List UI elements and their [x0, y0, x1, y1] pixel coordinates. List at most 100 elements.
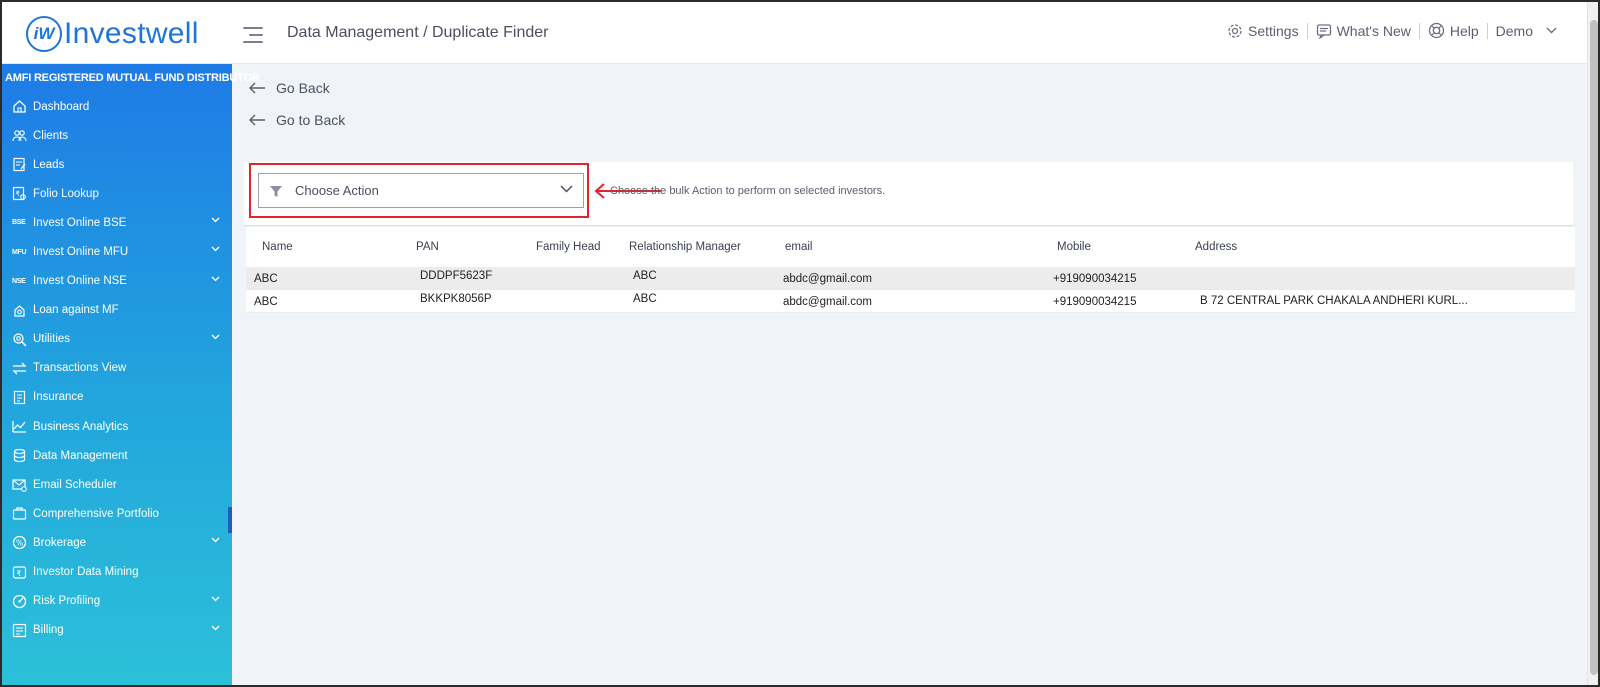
chevron-down-icon: [211, 217, 220, 223]
logo-text: Investwell: [64, 17, 199, 50]
chevron-down-icon: [211, 334, 220, 340]
sidebar-nav: Dashboard Clients Leads ₹ Folio Lookup B…: [2, 92, 232, 645]
help-link[interactable]: Help: [1420, 22, 1487, 39]
billing-icon: [12, 623, 27, 638]
sidebar-item-folio-lookup[interactable]: ₹ Folio Lookup: [2, 179, 232, 208]
column-header-relationship-manager[interactable]: Relationship Manager: [629, 241, 741, 253]
column-header-email[interactable]: email: [785, 241, 812, 253]
column-header-address[interactable]: Address: [1195, 241, 1237, 253]
sidebar-item-invest-online-bse[interactable]: BSE Invest Online BSE: [2, 208, 232, 237]
sidebar-item-label: Email Scheduler: [33, 478, 117, 491]
sidebar-item-label: Brokerage: [33, 536, 87, 549]
logo-mark: iW: [26, 16, 62, 52]
sidebar-item-label: Dashboard: [33, 100, 90, 113]
scrollbar-thumb[interactable]: [1590, 20, 1598, 675]
column-header-family-head[interactable]: Family Head: [536, 241, 601, 253]
sidebar-item-investor-data-mining[interactable]: ₹ Investor Data Mining: [2, 558, 232, 587]
transactions-icon: [12, 361, 27, 376]
choose-action-select[interactable]: Choose Action: [258, 173, 584, 208]
sidebar-item-label: Business Analytics: [33, 420, 129, 433]
go-back-link[interactable]: Go Back: [248, 80, 330, 96]
logo[interactable]: iW Investwell: [26, 16, 199, 52]
cell-email: abdc@gmail.com: [783, 273, 873, 285]
cell-rm: ABC: [633, 270, 657, 282]
sidebar-item-label: Folio Lookup: [33, 187, 99, 200]
cell-pan: DDDPF5623F: [420, 270, 493, 282]
folio-icon: ₹: [12, 186, 27, 201]
sidebar-item-loan-against-mf[interactable]: Loan against MF: [2, 296, 232, 325]
filter-icon: [270, 185, 282, 197]
mining-icon: ₹: [12, 565, 27, 580]
duplicates-table: Name PAN Family Head Relationship Manage…: [246, 227, 1575, 313]
analytics-icon: [12, 419, 27, 434]
sidebar-item-clients[interactable]: Clients: [2, 121, 232, 150]
go-to-back-link[interactable]: Go to Back: [248, 112, 345, 128]
mfu-badge: MFU: [12, 248, 27, 256]
vertical-scrollbar[interactable]: [1587, 2, 1598, 685]
chevron-down-icon: [211, 276, 220, 281]
cell-name: ABC: [254, 296, 278, 308]
gear-icon: [1228, 23, 1242, 38]
portfolio-icon: [12, 506, 27, 521]
sidebar-item-label: Invest Online MFU: [33, 246, 129, 259]
cell-name: ABC: [254, 273, 278, 285]
sidebar-item-invest-online-nse[interactable]: NSE Invest Online NSE: [2, 267, 232, 296]
sidebar-item-transactions-view[interactable]: Transactions View: [2, 354, 232, 383]
window-frame: iW Investwell Data Management / Duplicat…: [0, 0, 1600, 687]
menu-toggle-icon[interactable]: [243, 26, 263, 44]
go-to-back-label: Go to Back: [276, 112, 346, 128]
sidebar-item-label: Comprehensive Portfolio: [33, 507, 159, 520]
chevron-down-icon: [211, 537, 220, 543]
email-icon: [12, 477, 27, 493]
choose-action-label: Choose Action: [295, 183, 379, 198]
sidebar-item-data-management[interactable]: Data Management: [2, 441, 232, 470]
sidebar-item-leads[interactable]: Leads: [2, 150, 232, 179]
sidebar-item-dashboard[interactable]: Dashboard: [2, 92, 232, 121]
whats-new-link[interactable]: What's New: [1308, 23, 1419, 39]
arrow-left-icon: [249, 114, 265, 126]
sidebar-item-label: Invest Online NSE: [33, 275, 127, 288]
sidebar-item-business-analytics[interactable]: Business Analytics: [2, 412, 232, 441]
sidebar-item-billing[interactable]: Billing: [2, 616, 232, 645]
sidebar-item-utilities[interactable]: Utilities: [2, 325, 232, 354]
loan-icon: [12, 303, 27, 318]
sidebar-item-label: Billing: [33, 624, 64, 637]
cell-address: B 72 CENTRAL PARK CHAKALA ANDHERI KURL..…: [1200, 295, 1468, 307]
chevron-down-icon: [1546, 27, 1557, 34]
cell-rm: ABC: [633, 293, 657, 305]
table-header: Name PAN Family Head Relationship Manage…: [246, 227, 1575, 267]
svg-text:₹: ₹: [17, 569, 22, 578]
table-row[interactable]: ABC BKKPK8056P ABC abdc@gmail.com +91909…: [246, 290, 1575, 313]
column-header-mobile[interactable]: Mobile: [1057, 241, 1091, 253]
sidebar-item-label: Investor Data Mining: [33, 566, 139, 579]
sidebar-item-risk-profiling[interactable]: Risk Profiling: [2, 587, 232, 616]
insurance-icon: [12, 390, 27, 405]
cell-mobile: +919090034215: [1053, 296, 1137, 308]
user-menu[interactable]: Demo: [1488, 23, 1565, 39]
sidebar-item-label: Leads: [33, 158, 65, 171]
column-header-name[interactable]: Name: [262, 241, 293, 253]
sidebar-item-label: Invest Online BSE: [33, 216, 127, 229]
user-name: Demo: [1495, 22, 1533, 39]
data-icon: [12, 448, 27, 463]
cell-mobile: +919090034215: [1053, 273, 1137, 285]
sidebar-item-insurance[interactable]: Insurance: [2, 383, 232, 412]
svg-text:₹: ₹: [16, 190, 21, 198]
sidebar-item-label: Data Management: [33, 449, 128, 462]
sidebar-item-label: Risk Profiling: [33, 595, 101, 608]
sidebar-item-comprehensive-portfolio[interactable]: Comprehensive Portfolio: [2, 499, 232, 528]
sidebar-item-brokerage[interactable]: % Brokerage: [2, 528, 232, 557]
action-hint: Choose the bulk Action to perform on sel…: [610, 185, 886, 197]
sidebar-item-label: Transactions View: [33, 362, 127, 375]
top-bar: iW Investwell Data Management / Duplicat…: [2, 2, 1587, 64]
sidebar: AMFI REGISTERED MUTUAL FUND DISTRIBUTOR …: [2, 64, 260, 685]
settings-link[interactable]: Settings: [1219, 23, 1307, 39]
sidebar-item-invest-online-mfu[interactable]: MFU Invest Online MFU: [2, 237, 232, 266]
whats-new-label: What's New: [1336, 22, 1411, 39]
utilities-icon: [12, 332, 27, 347]
main-content: Go Back Go to Back Choose Action Choose …: [232, 64, 1587, 685]
column-header-pan[interactable]: PAN: [416, 241, 439, 253]
sidebar-item-email-scheduler[interactable]: Email Scheduler: [2, 470, 232, 499]
go-back-label: Go Back: [276, 80, 330, 96]
table-row[interactable]: ABC DDDPF5623F ABC abdc@gmail.com +91909…: [246, 267, 1575, 290]
